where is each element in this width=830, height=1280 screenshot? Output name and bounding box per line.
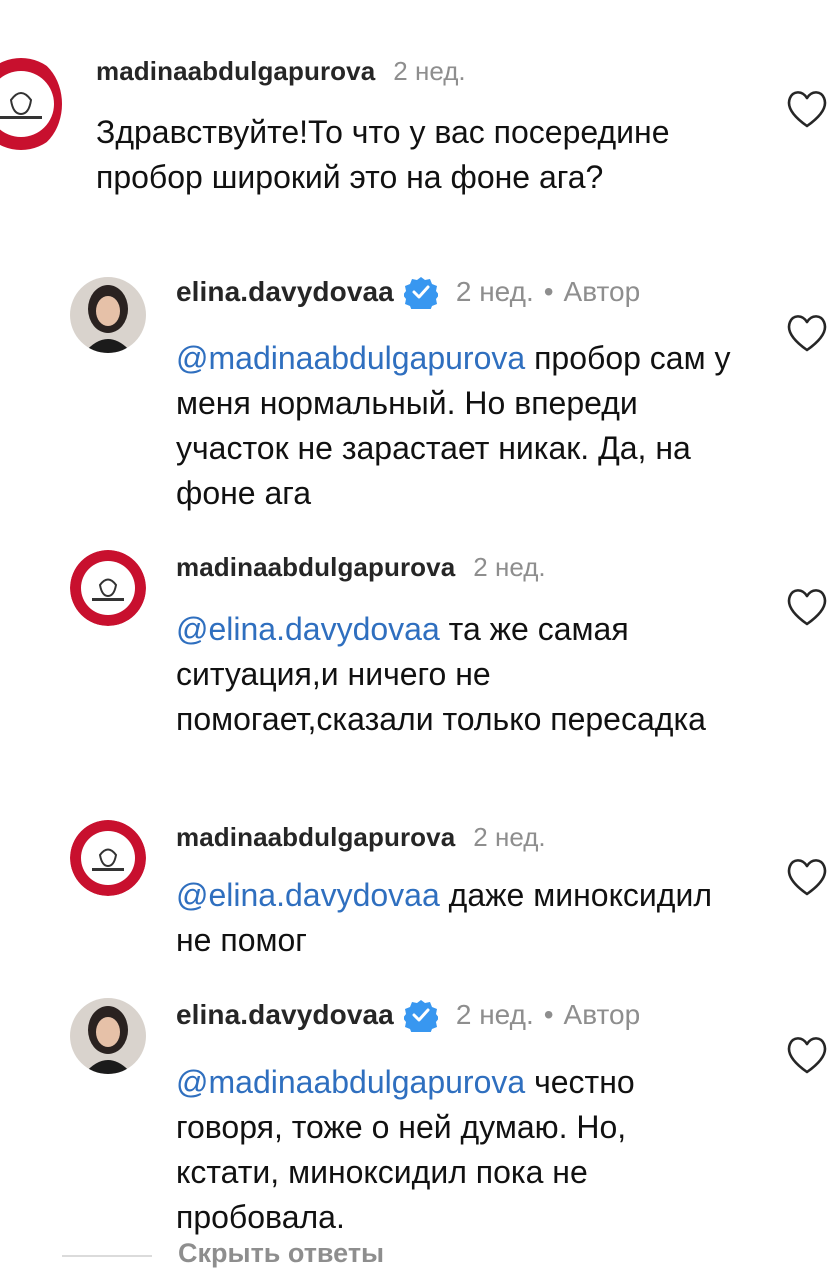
- avatar-elina[interactable]: [70, 277, 146, 353]
- reply-text: @madinaabdulgapurova честно говоря, тоже…: [176, 1060, 736, 1240]
- heart-outline-icon[interactable]: [784, 88, 830, 130]
- reply-time: 2 нед.: [473, 552, 546, 582]
- verified-badge-icon: [403, 277, 438, 309]
- mention-link[interactable]: @madinaabdulgapurova: [176, 340, 525, 376]
- comment-username[interactable]: madinaabdulgapurova: [96, 56, 375, 87]
- reply-time: 2 нед.: [455, 276, 534, 307]
- separator-dot: •: [543, 999, 554, 1030]
- author-label: Автор: [563, 276, 641, 307]
- avatar-madina[interactable]: [70, 550, 146, 626]
- avatar-madina[interactable]: [70, 820, 146, 896]
- author-label: Автор: [563, 999, 641, 1030]
- comment-text: Здравствуйте!То что у вас посередине про…: [96, 110, 736, 200]
- verified-badge-icon: [403, 1000, 438, 1032]
- reply-text: @madinaabdulgapurova пробор сам у меня н…: [176, 336, 746, 516]
- hide-replies-button[interactable]: Скрыть ответы: [178, 1238, 384, 1269]
- mention-link[interactable]: @elina.davydovaa: [176, 611, 440, 647]
- reply-username[interactable]: elina.davydovaa: [176, 999, 394, 1031]
- reply-username[interactable]: madinaabdulgapurova: [176, 552, 455, 583]
- reply-text: @elina.davydovaa та же самая ситуация,и …: [176, 607, 736, 742]
- mention-link[interactable]: @madinaabdulgapurova: [176, 1064, 525, 1100]
- hide-replies-divider: [62, 1255, 152, 1257]
- comment-time: 2 нед.: [393, 56, 466, 86]
- reply-time: 2 нед.: [473, 822, 546, 852]
- reply-username[interactable]: madinaabdulgapurova: [176, 822, 455, 853]
- heart-outline-icon[interactable]: [784, 1034, 830, 1076]
- separator-dot: •: [543, 276, 554, 307]
- reply-text: @elina.davydovaa даже миноксидил не помо…: [176, 873, 736, 963]
- reply-time: 2 нед.: [455, 999, 534, 1030]
- avatar-elina[interactable]: [70, 998, 146, 1074]
- heart-outline-icon[interactable]: [784, 586, 830, 628]
- reply-username[interactable]: elina.davydovaa: [176, 276, 394, 308]
- mention-link[interactable]: @elina.davydovaa: [176, 877, 440, 913]
- comment-body: Здравствуйте!То что у вас посередине про…: [96, 114, 670, 195]
- heart-outline-icon[interactable]: [784, 856, 830, 898]
- avatar-madina[interactable]: [0, 55, 62, 153]
- heart-outline-icon[interactable]: [784, 312, 830, 354]
